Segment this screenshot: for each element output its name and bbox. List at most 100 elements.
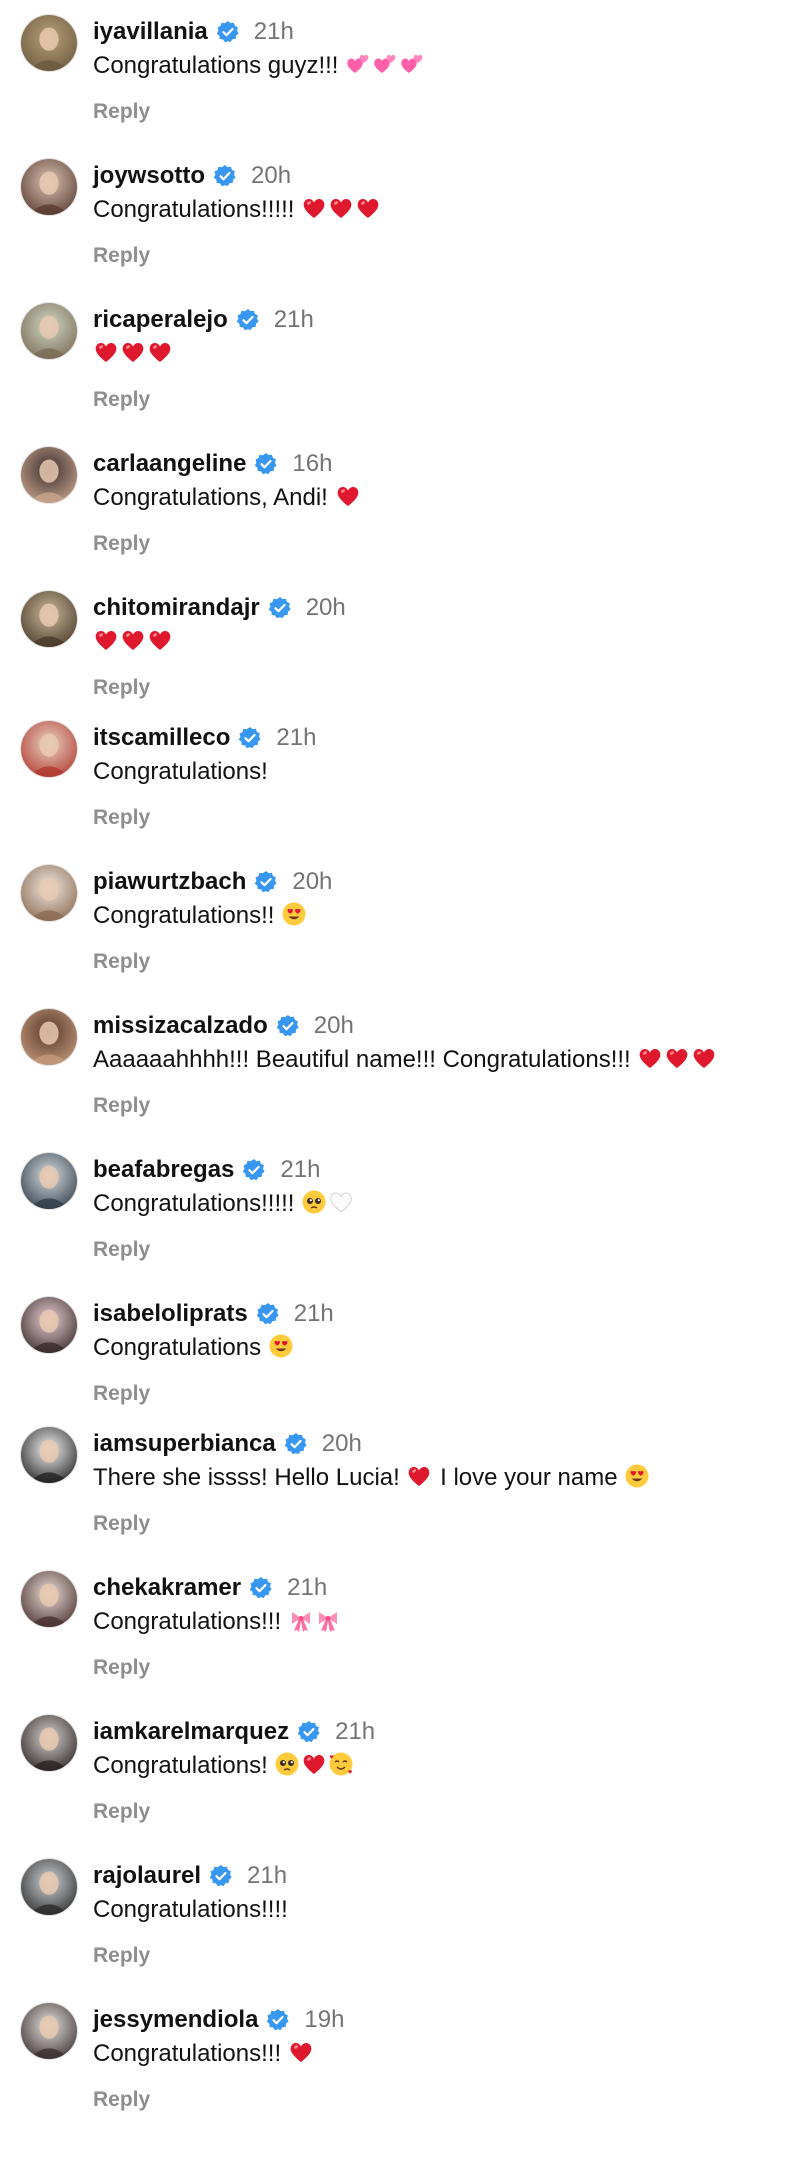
avatar[interactable] xyxy=(20,590,78,648)
username-link[interactable]: missizacalzado xyxy=(93,1012,268,1040)
username-link[interactable]: iyavillania xyxy=(93,18,208,46)
comment-timestamp[interactable]: 20h xyxy=(322,1430,362,1458)
ribbon-emoji-icon xyxy=(288,1607,314,1633)
avatar[interactable] xyxy=(20,1008,78,1066)
reply-button[interactable]: Reply xyxy=(93,100,150,124)
comment-header: rajolaurel 21h xyxy=(93,1860,287,1892)
comment-item: isabeloliprats 21h Congratulations Reply xyxy=(0,1288,800,1428)
avatar[interactable] xyxy=(20,446,78,504)
username-link[interactable]: chekakramer xyxy=(93,1574,241,1602)
comment-item: itscamilleco 21h Congratulations! Reply xyxy=(0,712,800,852)
reply-button[interactable]: Reply xyxy=(93,1800,150,1824)
comment-header: chitomirandajr 20h xyxy=(93,592,346,624)
comment-timestamp[interactable]: 20h xyxy=(306,594,346,622)
reply-button[interactable]: Reply xyxy=(93,806,150,830)
avatar[interactable] xyxy=(20,1152,78,1210)
username-link[interactable]: ricaperalejo xyxy=(93,306,228,334)
verified-badge-icon xyxy=(266,2008,290,2032)
comment-timestamp[interactable]: 19h xyxy=(304,2006,344,2034)
reply-button[interactable]: Reply xyxy=(93,1382,150,1406)
username-link[interactable]: chitomirandajr xyxy=(93,594,260,622)
avatar[interactable] xyxy=(20,1426,78,1484)
username-link[interactable]: rajolaurel xyxy=(93,1862,201,1890)
comment-item: jessymendiola 19h Congratulations!!! Reply xyxy=(0,1994,800,2134)
two-hearts-emoji-icon xyxy=(399,51,425,77)
comment-timestamp[interactable]: 21h xyxy=(280,1156,320,1184)
red-heart-emoji-icon xyxy=(301,1751,327,1777)
comment-item: iyavillania 21h Congratulations guyz!!! Re… xyxy=(0,6,800,146)
comment-text: There she issss! Hello Lucia! I love you… xyxy=(93,1463,651,1493)
comment-header: chekakramer 21h xyxy=(93,1572,327,1604)
reply-button[interactable]: Reply xyxy=(93,950,150,974)
reply-button[interactable]: Reply xyxy=(93,1238,150,1262)
reply-button[interactable]: Reply xyxy=(93,2088,150,2112)
reply-button[interactable]: Reply xyxy=(93,1656,150,1680)
comment-emojis-after xyxy=(618,1464,652,1491)
red-heart-emoji-icon xyxy=(301,195,327,221)
verified-badge-icon xyxy=(254,452,278,476)
avatar[interactable] xyxy=(20,14,78,72)
reply-button[interactable]: Reply xyxy=(93,1094,150,1118)
avatar[interactable] xyxy=(20,158,78,216)
username-link[interactable]: carlaangeline xyxy=(93,450,246,478)
comment-emojis xyxy=(93,340,174,367)
comment-emojis xyxy=(274,902,308,929)
comment-header: joywsotto 20h xyxy=(93,160,291,192)
reply-button[interactable]: Reply xyxy=(93,244,150,268)
reply-button[interactable]: Reply xyxy=(93,1944,150,1968)
reply-button[interactable]: Reply xyxy=(93,532,150,556)
comment-header: iyavillania 21h xyxy=(93,16,294,48)
comment-timestamp[interactable]: 21h xyxy=(276,724,316,752)
username-link[interactable]: iamkarelmarquez xyxy=(93,1718,289,1746)
comment-emojis xyxy=(338,52,426,79)
comment-text: Aaaaaahhhh!!! Beautiful name!!! Congratu… xyxy=(93,1045,718,1075)
comment-timestamp[interactable]: 16h xyxy=(292,450,332,478)
comment-header: piawurtzbach 20h xyxy=(93,866,332,898)
comment-header: missizacalzado 20h xyxy=(93,1010,354,1042)
avatar[interactable] xyxy=(20,1858,78,1916)
comment-timestamp[interactable]: 21h xyxy=(274,306,314,334)
username-link[interactable]: jessymendiola xyxy=(93,2006,258,2034)
avatar[interactable] xyxy=(20,720,78,778)
reply-button[interactable]: Reply xyxy=(93,1512,150,1536)
username-link[interactable]: piawurtzbach xyxy=(93,868,246,896)
comment-timestamp[interactable]: 20h xyxy=(251,162,291,190)
username-link[interactable]: iamsuperbianca xyxy=(93,1430,276,1458)
comment-body: Congratulations!!! xyxy=(93,2040,282,2067)
comment-text: Congratulations!! xyxy=(93,901,308,931)
reply-button[interactable]: Reply xyxy=(93,388,150,412)
comment-body: Congratulations xyxy=(93,1334,262,1361)
reply-button[interactable]: Reply xyxy=(93,676,150,700)
comment-body: Congratulations, Andi! xyxy=(93,484,328,511)
comment-header: iamkarelmarquez 21h xyxy=(93,1716,375,1748)
avatar[interactable] xyxy=(20,2002,78,2060)
username-link[interactable]: isabeloliprats xyxy=(93,1300,248,1328)
verified-badge-icon xyxy=(256,1302,280,1326)
red-heart-emoji-icon xyxy=(93,627,119,653)
verified-badge-icon xyxy=(276,1014,300,1038)
comment-timestamp[interactable]: 21h xyxy=(335,1718,375,1746)
comment-timestamp[interactable]: 21h xyxy=(287,1574,327,1602)
comment-header: iamsuperbianca 20h xyxy=(93,1428,362,1460)
avatar[interactable] xyxy=(20,1714,78,1772)
comment-timestamp[interactable]: 21h xyxy=(247,1862,287,1890)
verified-badge-icon xyxy=(238,726,262,750)
comment-timestamp[interactable]: 21h xyxy=(254,18,294,46)
avatar[interactable] xyxy=(20,1296,78,1354)
avatar[interactable] xyxy=(20,864,78,922)
verified-badge-icon xyxy=(236,308,260,332)
comment-timestamp[interactable]: 20h xyxy=(292,868,332,896)
red-heart-emoji-icon xyxy=(328,195,354,221)
comment-timestamp[interactable]: 21h xyxy=(294,1300,334,1328)
username-link[interactable]: itscamilleco xyxy=(93,724,230,752)
comment-text: Congratulations!!!!! xyxy=(93,1189,355,1219)
comment-text: Congratulations!!! xyxy=(93,1607,342,1637)
avatar[interactable] xyxy=(20,1570,78,1628)
comment-emojis xyxy=(281,2040,315,2067)
comment-item: iamsuperbianca 20h There she issss! Hello … xyxy=(0,1418,800,1558)
username-link[interactable]: joywsotto xyxy=(93,162,205,190)
avatar[interactable] xyxy=(20,302,78,360)
verified-badge-icon xyxy=(268,596,292,620)
comment-timestamp[interactable]: 20h xyxy=(314,1012,354,1040)
username-link[interactable]: beafabregas xyxy=(93,1156,234,1184)
